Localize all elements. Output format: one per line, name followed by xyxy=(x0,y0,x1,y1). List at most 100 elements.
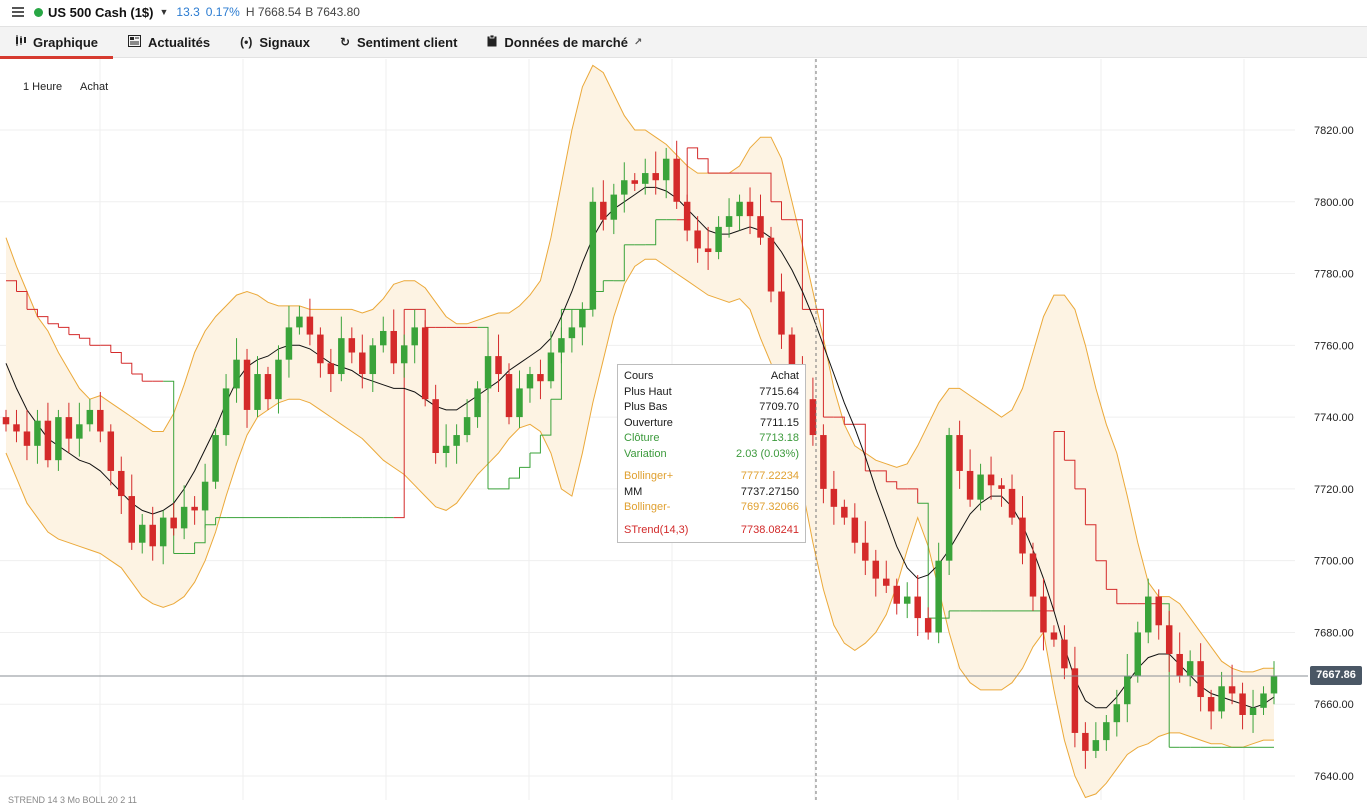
candle-body xyxy=(757,216,764,238)
tooltip-value: 7737.27150 xyxy=(740,485,799,498)
candle-body xyxy=(97,409,104,432)
tooltip-value: 2.03 (0.03%) xyxy=(736,447,799,460)
candle-body xyxy=(516,388,523,418)
tooltip-row-bollinger-lower: Bollinger- 7697.32066 xyxy=(624,500,799,516)
candle-body xyxy=(987,474,995,486)
candle-body xyxy=(767,237,775,292)
candle-body xyxy=(505,374,513,418)
candle-body xyxy=(526,374,534,389)
candle-body xyxy=(13,424,20,432)
chevron-down-icon[interactable]: ▼ xyxy=(160,7,169,17)
tooltip-label: MM xyxy=(624,485,643,498)
tooltip-row-low: Plus Bas 7709.70 xyxy=(624,400,799,416)
candle-body xyxy=(390,330,397,364)
instrument-header: US 500 Cash (1$) ▼ 13.3 0.17% H 7668.54 … xyxy=(0,0,1367,24)
candle-body xyxy=(421,327,429,400)
newspaper-icon xyxy=(128,34,142,50)
menu-icon[interactable] xyxy=(12,7,24,17)
crosshair-tooltip: Cours Achat Plus Haut 7715.64 Plus Bas 7… xyxy=(617,364,806,543)
tooltip-label: Bollinger- xyxy=(624,501,671,513)
supertrend-segment xyxy=(100,344,112,353)
candle-body xyxy=(1113,704,1121,723)
price-chart[interactable]: 7820.00 7800.00 7780.00 7760.00 7740.00 7720.… xyxy=(0,59,1367,805)
price-change-pct: 0.17% xyxy=(205,5,240,19)
candle-body xyxy=(306,316,314,335)
tooltip-row-mm: MM 7737.27150 xyxy=(624,485,799,501)
candle-body xyxy=(736,201,743,217)
supertrend-segment xyxy=(110,352,122,364)
instrument-name[interactable]: US 500 Cash (1$) xyxy=(48,5,154,20)
candle-body xyxy=(1082,732,1089,751)
candle-body xyxy=(2,417,10,425)
supertrend-segment xyxy=(47,323,59,328)
candle-body xyxy=(1239,693,1246,715)
candle-body xyxy=(841,506,848,518)
candle-body xyxy=(956,435,963,471)
tooltip-row-open: Ouverture 7711.15 xyxy=(624,416,799,432)
tab-sentiment-client[interactable]: ↻ Sentiment client xyxy=(325,27,472,58)
tooltip-label: Plus Haut xyxy=(624,385,672,398)
candle-body xyxy=(746,201,754,217)
tooltip-label: Variation xyxy=(624,447,667,460)
candle-body xyxy=(34,420,41,446)
tab-label: Sentiment client xyxy=(357,34,458,50)
candle-body xyxy=(128,496,136,543)
candle-body xyxy=(317,334,324,364)
indicator-legend: STREND 14 3 Mo BOLL 20 2 11 xyxy=(8,795,138,805)
tooltip-row-variation: Variation 2.03 (0.03%) xyxy=(624,447,799,463)
candle-body xyxy=(862,542,869,561)
candle-body xyxy=(966,470,974,500)
candle-body xyxy=(1134,632,1142,676)
candle-body xyxy=(1260,693,1267,708)
candle-body xyxy=(600,201,607,220)
tab-actualites[interactable]: Actualités xyxy=(113,27,225,58)
tooltip-value: 7711.15 xyxy=(760,416,799,429)
candle-body xyxy=(610,194,618,220)
candle-body xyxy=(170,517,177,529)
candle-body xyxy=(264,374,272,400)
candle-body xyxy=(641,173,649,184)
timeframe-selector[interactable]: 1 Heure xyxy=(23,81,62,93)
supertrend-segment xyxy=(121,362,133,374)
candle-body xyxy=(180,506,188,529)
candle-body xyxy=(579,309,586,328)
candle-body xyxy=(662,158,670,181)
tooltip-row-high: Plus Haut 7715.64 xyxy=(624,385,799,401)
tab-donnees-de-marche[interactable]: Données de marché ↗ xyxy=(472,27,657,58)
candle-body xyxy=(484,356,492,389)
high-price: H 7668.54 xyxy=(245,5,302,19)
candle-body xyxy=(138,524,146,543)
candle-body xyxy=(107,431,115,471)
candle-body xyxy=(1050,632,1058,640)
tooltip-label: Plus Bas xyxy=(624,401,668,413)
candle-body xyxy=(44,420,52,461)
tooltip-value: 7738.08241 xyxy=(740,523,799,536)
candle-body xyxy=(914,596,921,619)
tooltip-label: Ouverture xyxy=(624,416,673,429)
supertrend-segment xyxy=(79,337,91,346)
tooltip-row-strend: STrend(14,3) 7738.08241 xyxy=(624,523,799,539)
candle-body xyxy=(830,488,838,507)
tab-label: Signaux xyxy=(259,34,310,50)
candle-body xyxy=(715,226,722,253)
tooltip-row-close: Clôture 7713.18 xyxy=(624,431,799,447)
candle-body xyxy=(903,596,911,604)
tooltip-header: Cours Achat xyxy=(624,369,799,385)
candle-body xyxy=(348,338,356,353)
supertrend-segment xyxy=(530,435,541,454)
tooltip-row-bollinger-upper: Bollinger+ 7777.22234 xyxy=(624,469,799,485)
candle-body xyxy=(872,560,880,579)
tab-graphique[interactable]: Graphique xyxy=(0,27,114,59)
y-tick-label: 7760.00 xyxy=(1314,340,1354,352)
candle-body xyxy=(537,374,544,382)
candle-body xyxy=(547,352,555,382)
y-tick-label: 7720.00 xyxy=(1314,484,1354,496)
candle-body xyxy=(296,316,303,328)
tooltip-value: 7697.32066 xyxy=(740,501,799,513)
tab-signaux[interactable]: (•) Signaux xyxy=(225,27,325,58)
candle-body xyxy=(1092,740,1100,751)
candle-body xyxy=(243,359,251,410)
candle-body xyxy=(338,338,345,375)
price-type-selector[interactable]: Achat xyxy=(80,81,108,93)
candle-body xyxy=(159,517,167,547)
